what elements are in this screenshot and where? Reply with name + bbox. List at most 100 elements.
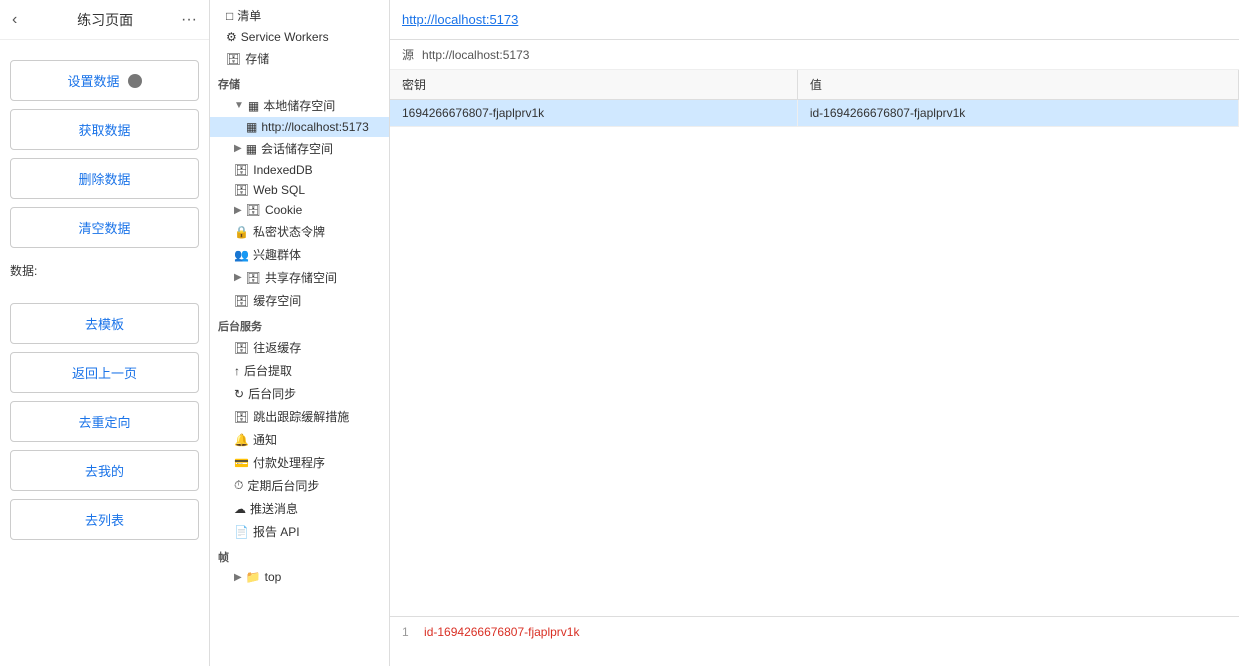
delete-data-button[interactable]: 删除数据 — [10, 158, 199, 199]
page-title: 练习页面 — [29, 10, 181, 30]
go-redirect-button[interactable]: 去重定向 — [10, 401, 199, 442]
app-buttons-group: 设置数据 获取数据 删除数据 清空数据 — [0, 40, 209, 258]
go-mine-button[interactable]: 去我的 — [10, 450, 199, 491]
tree-item-local-storage[interactable]: ▼ ▦ 本地储存空间 — [210, 94, 389, 117]
session-storage-label: 会话储存空间 — [261, 140, 333, 157]
source-bar: 源 http://localhost:5173 — [390, 40, 1239, 70]
indexeddb-label: IndexedDB — [253, 163, 312, 177]
tree-item-interest-group[interactable]: 👥 兴趣群体 — [210, 243, 389, 266]
go-template-button[interactable]: 去模板 — [10, 303, 199, 344]
app-panel: ‹ 练习页面 ··· 设置数据 获取数据 删除数据 清空数据 数据: — [0, 0, 210, 666]
main-container: ‹ 练习页面 ··· 设置数据 获取数据 删除数据 清空数据 数据: — [0, 0, 1239, 666]
value-text: id-1694266676807-fjaplprv1k — [424, 625, 579, 639]
frames-top-icon: 📁 — [246, 570, 261, 584]
table-cell-key: 1694266676807-fjaplprv1k — [390, 100, 797, 127]
tree-item-notifications[interactable]: 🔔 通知 — [210, 428, 389, 451]
tree-item-cache-storage[interactable]: 🗄 缓存空间 — [210, 289, 389, 312]
table-cell-value: id-1694266676807-fjaplprv1k — [797, 100, 1238, 127]
set-data-button[interactable]: 设置数据 — [10, 60, 199, 101]
app-topbar: ‹ 练习页面 ··· — [0, 0, 209, 40]
devtools-tree: □ 清单 ⚙ Service Workers 🗄 存储 存储 ▼ ▦ 本地储存空… — [210, 0, 390, 666]
localhost-label: http://localhost:5173 — [261, 120, 368, 134]
tree-item-localhost[interactable]: ▦ http://localhost:5173 — [210, 117, 389, 137]
tree-item-payment-handler[interactable]: 💳 付款处理程序 — [210, 451, 389, 474]
websql-icon: 🗄 — [234, 183, 249, 197]
manifest-icon: □ — [226, 9, 233, 23]
storage-header-label: 存储 — [245, 50, 269, 67]
shared-storage-arrow: ▶ — [234, 272, 242, 283]
back-button[interactable]: ‹ — [12, 11, 17, 29]
tree-item-frames-top[interactable]: ▶ 📁 top — [210, 567, 389, 587]
cookie-arrow: ▶ — [234, 205, 242, 216]
get-data-button[interactable]: 获取数据 — [10, 109, 199, 150]
tree-item-session-storage[interactable]: ▶ ▦ 会话储存空间 — [210, 137, 389, 160]
set-data-label: 设置数据 — [67, 71, 119, 90]
tree-item-service-workers[interactable]: ⚙ Service Workers — [210, 27, 389, 47]
tree-item-background-sync[interactable]: ↻ 后台同步 — [210, 382, 389, 405]
shared-storage-label: 共享存储空间 — [265, 269, 337, 286]
notifications-icon: 🔔 — [234, 433, 249, 447]
payment-handler-label: 付款处理程序 — [253, 454, 325, 471]
tree-item-cookie[interactable]: ▶ 🗄 Cookie — [210, 200, 389, 220]
value-display: 1 id-1694266676807-fjaplprv1k — [390, 616, 1239, 666]
cookie-label: Cookie — [265, 203, 302, 217]
clear-data-button[interactable]: 清空数据 — [10, 207, 199, 248]
bounce-tracking-label: 跳出跟踪缓解措施 — [253, 408, 349, 425]
private-token-label: 私密状态令牌 — [253, 223, 325, 240]
line-number: 1 — [402, 625, 409, 639]
storage-header-icon: 🗄 — [226, 52, 241, 66]
devtools-panel: □ 清单 ⚙ Service Workers 🗄 存储 存储 ▼ ▦ 本地储存空… — [210, 0, 1239, 666]
tree-item-reporting-api[interactable]: 📄 报告 API — [210, 520, 389, 543]
source-value: http://localhost:5173 — [422, 48, 529, 62]
tree-item-storage-header[interactable]: 🗄 存储 — [210, 47, 389, 70]
col-header-value: 值 — [797, 70, 1238, 100]
reporting-api-label: 报告 API — [253, 523, 300, 540]
frames-top-label: top — [265, 570, 282, 584]
service-workers-icon: ⚙ — [226, 30, 237, 44]
tree-item-indexeddb[interactable]: 🗄 IndexedDB — [210, 160, 389, 180]
session-storage-arrow: ▶ — [234, 143, 242, 154]
right-panel: http://localhost:5173 源 http://localhost… — [390, 0, 1239, 666]
backend-section-label: 后台服务 — [210, 312, 389, 336]
tree-item-private-token[interactable]: 🔒 私密状态令牌 — [210, 220, 389, 243]
toggle-indicator — [128, 74, 142, 88]
tree-item-manifest[interactable]: □ 清单 — [210, 4, 389, 27]
background-fetch-icon: ↑ — [234, 364, 240, 378]
interest-group-label: 兴趣群体 — [253, 246, 301, 263]
localhost-icon: ▦ — [246, 120, 257, 134]
tree-item-background-fetch[interactable]: ↑ 后台提取 — [210, 359, 389, 382]
notifications-label: 通知 — [253, 431, 277, 448]
frames-top-arrow: ▶ — [234, 572, 242, 583]
local-storage-icon: ▦ — [248, 99, 259, 113]
go-list-button[interactable]: 去列表 — [10, 499, 199, 540]
interest-group-icon: 👥 — [234, 248, 249, 262]
back-forward-cache-icon: 🗄 — [234, 341, 249, 355]
devtools-topbar: http://localhost:5173 — [390, 0, 1239, 40]
cookie-icon: 🗄 — [246, 203, 261, 217]
shared-storage-icon: 🗄 — [246, 271, 261, 285]
tree-item-push-messaging[interactable]: ☁ 推送消息 — [210, 497, 389, 520]
table-row[interactable]: 1694266676807-fjaplprv1k id-169426667680… — [390, 100, 1239, 127]
local-storage-label: 本地储存空间 — [263, 97, 335, 114]
go-back-button[interactable]: 返回上一页 — [10, 352, 199, 393]
storage-table-wrapper: 密钥 值 1694266676807-fjaplprv1k id-1694266… — [390, 70, 1239, 616]
tree-item-shared-storage[interactable]: ▶ 🗄 共享存储空间 — [210, 266, 389, 289]
tree-item-bounce-tracking[interactable]: 🗄 跳出跟踪缓解措施 — [210, 405, 389, 428]
manifest-label: 清单 — [237, 7, 261, 24]
storage-url[interactable]: http://localhost:5173 — [402, 12, 518, 27]
storage-table: 密钥 值 1694266676807-fjaplprv1k id-1694266… — [390, 70, 1239, 127]
reporting-api-icon: 📄 — [234, 525, 249, 539]
cache-storage-icon: 🗄 — [234, 294, 249, 308]
storage-section-label: 存储 — [210, 70, 389, 94]
tree-item-back-forward-cache[interactable]: 🗄 往返缓存 — [210, 336, 389, 359]
back-forward-cache-label: 往返缓存 — [253, 339, 301, 356]
more-button[interactable]: ··· — [181, 11, 197, 29]
tree-item-periodic-sync[interactable]: ⏱ 定期后台同步 — [210, 474, 389, 497]
tree-item-websql[interactable]: 🗄 Web SQL — [210, 180, 389, 200]
data-label: 数据: — [0, 258, 209, 283]
payment-handler-icon: 💳 — [234, 456, 249, 470]
delete-data-label: 删除数据 — [78, 172, 130, 187]
col-header-key: 密钥 — [390, 70, 797, 100]
push-messaging-icon: ☁ — [234, 502, 246, 516]
get-data-label: 获取数据 — [78, 123, 130, 138]
